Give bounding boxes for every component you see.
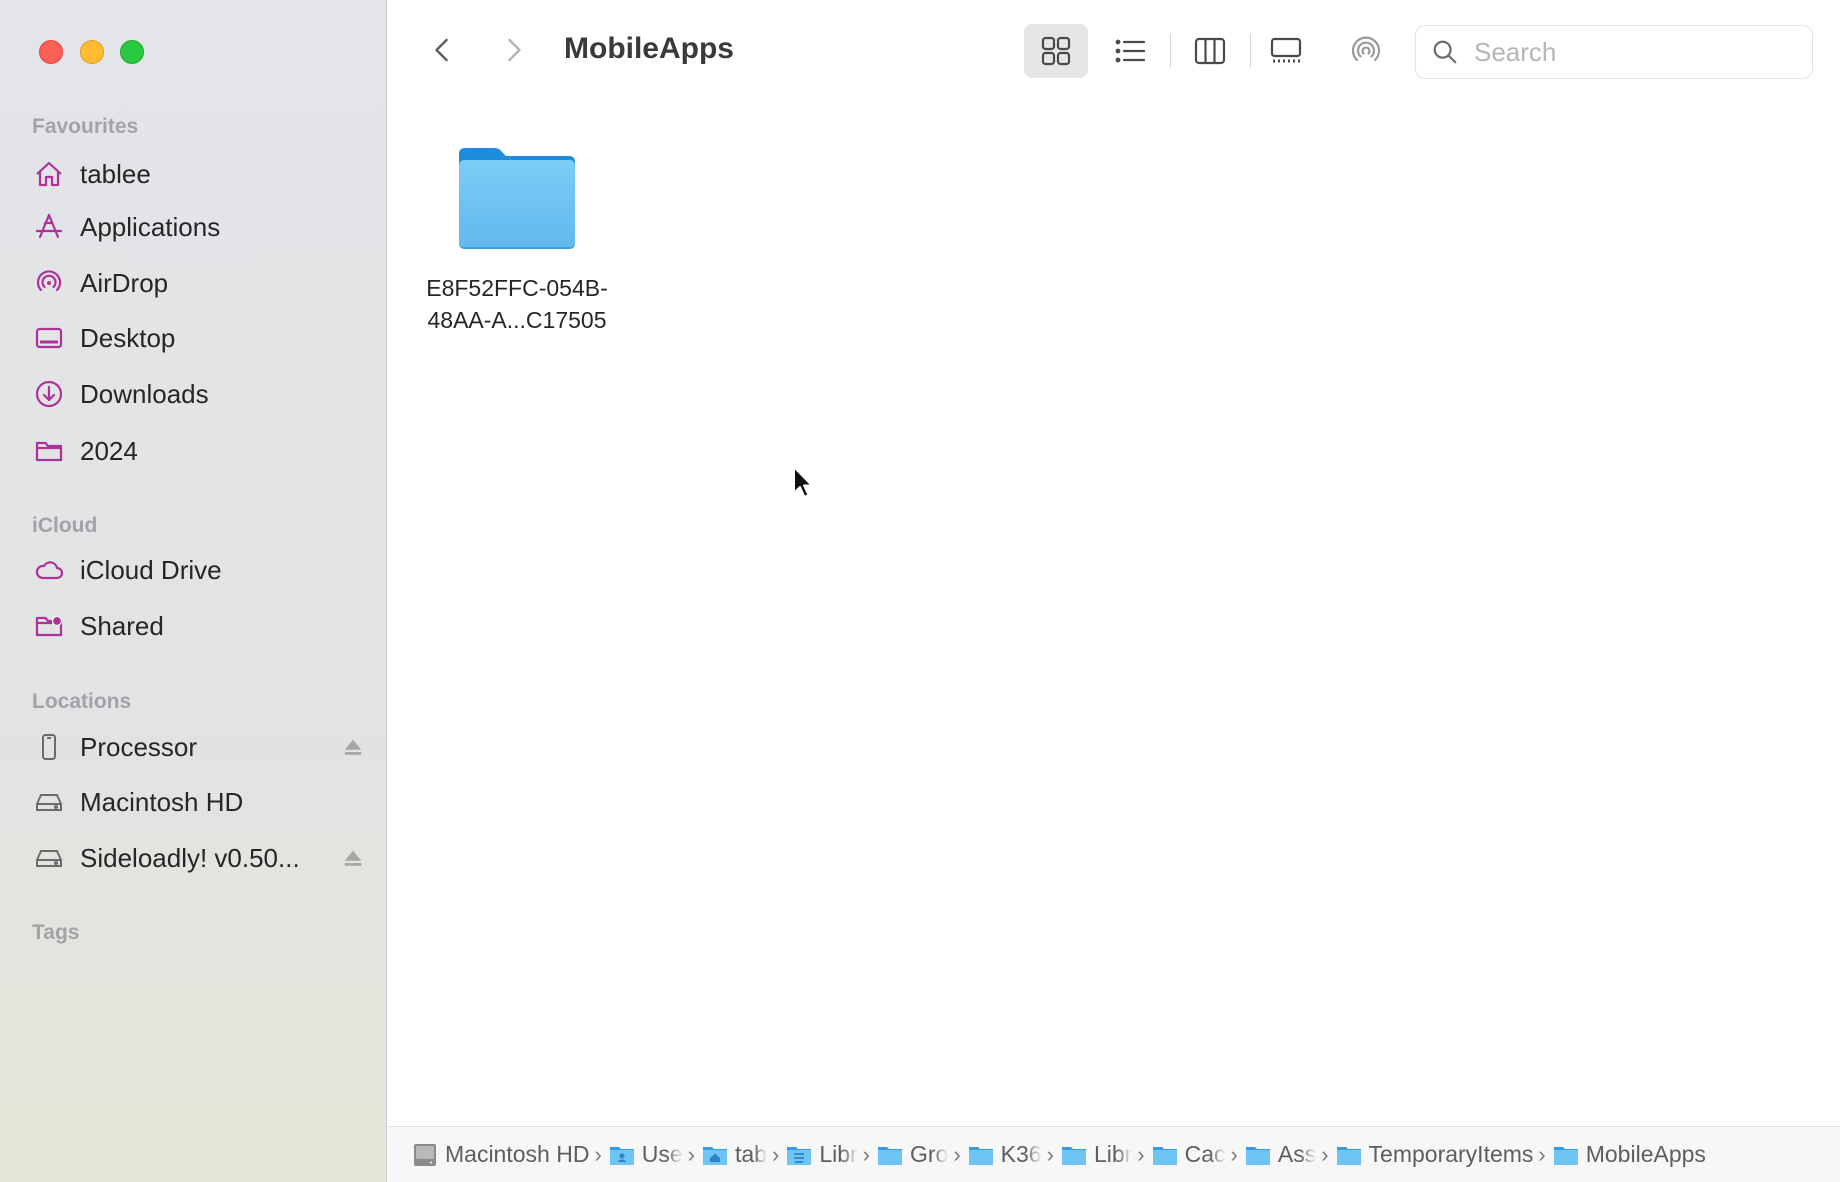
path-crumb-caches[interactable]: Cac › xyxy=(1152,1141,1245,1168)
airdrop-icon xyxy=(32,266,66,300)
users-folder-icon xyxy=(609,1143,635,1167)
folder-icon xyxy=(1553,1143,1579,1167)
folder-icon xyxy=(1245,1143,1271,1167)
library-folder-icon xyxy=(786,1143,812,1167)
sidebar-item-label: Macintosh HD xyxy=(80,786,244,817)
zoom-window-button[interactable] xyxy=(120,40,144,64)
sidebar-item-sideloadly[interactable]: Sideloadly! v0.50... xyxy=(32,834,366,882)
folder-icon xyxy=(877,1143,903,1167)
folder-icon xyxy=(1061,1143,1087,1167)
sidebar-item-label: iCloud Drive xyxy=(80,554,222,585)
grid-icon xyxy=(1041,36,1071,66)
folder-icon xyxy=(1152,1143,1178,1167)
path-crumb-temporaryitems[interactable]: TemporaryItems › xyxy=(1336,1141,1553,1168)
back-button[interactable] xyxy=(424,30,460,70)
path-crumb-library[interactable]: Libr › xyxy=(786,1141,877,1168)
cloud-icon xyxy=(32,553,66,587)
sidebar-item-desktop[interactable]: Desktop xyxy=(32,314,366,362)
sidebar-item-shared[interactable]: Shared xyxy=(32,602,366,650)
folder-icon xyxy=(1336,1143,1362,1167)
eject-icon[interactable] xyxy=(340,845,366,871)
phone-icon xyxy=(32,730,66,764)
sidebar-item-label: Applications xyxy=(80,211,221,242)
downloads-icon xyxy=(32,377,66,411)
sidebar-item-2024[interactable]: 2024 xyxy=(32,427,366,475)
search-field[interactable] xyxy=(1415,25,1813,79)
path-crumb-assets[interactable]: Ass › xyxy=(1245,1141,1336,1168)
close-window-button[interactable] xyxy=(39,40,63,64)
sidebar-item-label: Sideloadly! v0.50... xyxy=(80,842,300,873)
folder-icon xyxy=(459,148,575,249)
minimize-window-button[interactable] xyxy=(80,40,104,64)
path-crumb-k36[interactable]: K36 › xyxy=(968,1141,1061,1168)
path-crumb-mobileapps[interactable]: MobileApps xyxy=(1553,1141,1706,1168)
sidebar-item-label: Downloads xyxy=(80,378,209,409)
sidebar-item-label: Shared xyxy=(80,610,164,641)
icloud-section-title: iCloud xyxy=(32,514,98,537)
sidebar-item-label: tablee xyxy=(80,158,151,189)
locations-section-title: Locations xyxy=(32,690,132,713)
tags-section-title: Tags xyxy=(32,921,80,944)
drive-icon xyxy=(32,785,66,819)
sidebar-item-macintosh-hd[interactable]: Macintosh HD xyxy=(32,778,366,826)
shared-folder-icon xyxy=(32,609,66,643)
sidebar-item-label: Desktop xyxy=(80,322,176,353)
gallery-view-button[interactable] xyxy=(1254,24,1318,78)
mouse-cursor-icon xyxy=(793,466,813,498)
toolbar: MobileApps xyxy=(388,0,1840,104)
chevron-right-icon xyxy=(508,38,521,62)
folder-icon xyxy=(968,1143,994,1167)
list-icon xyxy=(1115,39,1146,63)
file-item-folder[interactable]: E8F52FFC-054B-48AA-A...C17505 xyxy=(412,142,622,336)
home-folder-icon xyxy=(702,1143,728,1167)
forward-button[interactable] xyxy=(496,30,532,70)
sidebar-item-label: 2024 xyxy=(80,435,138,466)
file-browser-area[interactable]: E8F52FFC-054B-48AA-A...C17505 xyxy=(388,104,1840,1126)
disk-icon xyxy=(412,1143,438,1167)
sidebar-item-tablee[interactable]: tablee xyxy=(32,150,366,198)
search-input[interactable] xyxy=(1472,35,1796,69)
finder-window: Favourites tablee Applications AirDrop D… xyxy=(0,0,1840,1182)
favourites-section-title: Favourites xyxy=(32,115,139,138)
path-crumb-library-2[interactable]: Libr › xyxy=(1061,1141,1152,1168)
list-view-button[interactable] xyxy=(1098,24,1162,78)
applications-icon xyxy=(32,210,66,244)
icon-view-button[interactable] xyxy=(1024,24,1088,78)
folder-icon xyxy=(32,434,66,468)
path-bar: Macintosh HD› Use› tab› Libr› Gro› xyxy=(388,1126,1840,1182)
file-item-name: E8F52FFC-054B-48AA-A...C17505 xyxy=(426,275,608,333)
house-icon xyxy=(32,157,66,191)
columns-icon xyxy=(1194,37,1226,65)
sidebar-item-airdrop[interactable]: AirDrop xyxy=(32,259,366,307)
sidebar-item-downloads[interactable]: Downloads xyxy=(32,370,366,418)
path-crumb-users[interactable]: Use › xyxy=(609,1141,702,1168)
sidebar-item-applications[interactable]: Applications xyxy=(32,203,366,251)
sidebar-item-label: AirDrop xyxy=(80,267,169,298)
path-crumb-macintosh-hd[interactable]: Macintosh HD › xyxy=(412,1141,609,1168)
path-crumb-home[interactable]: tab › xyxy=(702,1141,786,1168)
column-view-button[interactable] xyxy=(1178,24,1242,78)
window-title: MobileApps xyxy=(564,32,734,65)
path-crumb-group-containers[interactable]: Gro › xyxy=(877,1141,968,1168)
sidebar-item-icloud-drive[interactable]: iCloud Drive xyxy=(32,546,366,594)
chevron-left-icon xyxy=(435,38,448,62)
sidebar-item-processor[interactable]: Processor xyxy=(32,723,366,771)
gallery-icon xyxy=(1270,37,1302,63)
drive-icon xyxy=(32,841,66,875)
search-icon xyxy=(1428,35,1462,69)
desktop-icon xyxy=(32,321,66,355)
sidebar-item-label: Processor xyxy=(80,731,198,762)
airdrop-share-button[interactable] xyxy=(1334,24,1398,78)
sidebar: Favourites tablee Applications AirDrop D… xyxy=(0,0,387,1182)
airdrop-icon xyxy=(1351,36,1381,62)
eject-icon[interactable] xyxy=(340,734,366,760)
